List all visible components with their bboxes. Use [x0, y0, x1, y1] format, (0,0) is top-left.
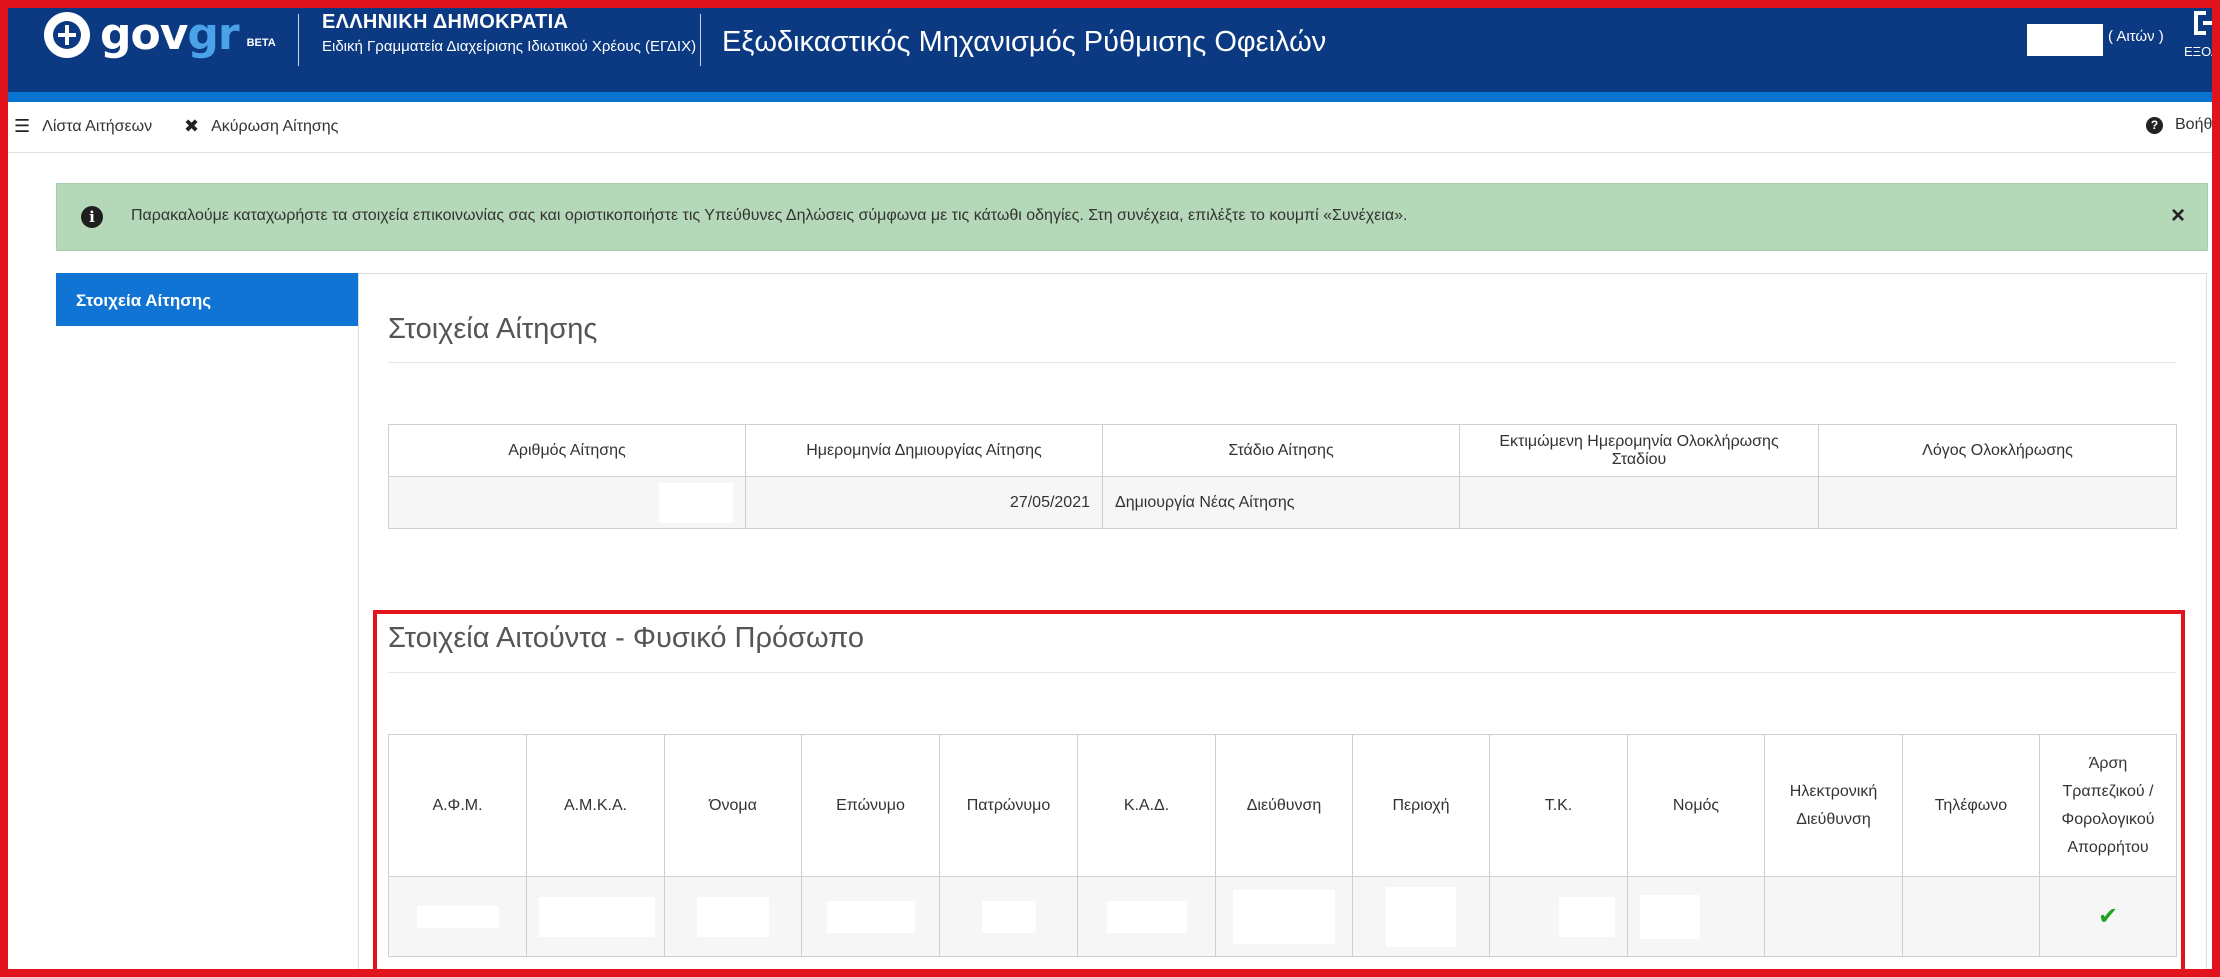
cell-address: [1215, 876, 1353, 957]
info-alert: i Παρακαλούμε καταχωρήστε τα στοιχεία επ…: [56, 183, 2208, 251]
col-completion-reason: Λόγος Ολοκλήρωσης: [1818, 424, 2177, 477]
redacted-value: [826, 900, 915, 933]
cancel-application-link[interactable]: ✖ Ακύρωση Αίτησης: [184, 116, 338, 137]
col-phone: Τηλέφωνο: [1902, 734, 2040, 877]
beta-badge: BETA: [246, 37, 276, 49]
logout-label[interactable]: ΕΞΟΔΟΣ: [2184, 44, 2220, 59]
cell-afm: [388, 876, 527, 957]
section-divider: [388, 362, 2176, 363]
toolbar: ☰ Λίστα Αιτήσεων ✖ Ακύρωση Αίτησης ? Βοή…: [0, 102, 2220, 153]
government-block: ΕΛΛΗΝΙΚΗ ΔΗΜΟΚΡΑΤΙΑ Ειδική Γραμματεία Δι…: [322, 10, 696, 58]
redacted-value: [659, 482, 733, 523]
panel-right-border: [2206, 273, 2207, 977]
greek-seal-icon: [44, 12, 90, 58]
header-divider: [298, 14, 299, 66]
redacted-value: [1106, 900, 1187, 933]
col-email: Ηλεκτρονική Διεύθυνση: [1764, 734, 1903, 877]
redacted-value: [1559, 896, 1615, 937]
help-link[interactable]: ? Βοήθεια: [2146, 116, 2220, 134]
col-postal-code: Τ.Κ.: [1489, 734, 1628, 877]
col-first-name: Όνομα: [664, 734, 802, 877]
redacted-value: [1640, 894, 1700, 939]
table-row[interactable]: ✔: [388, 876, 2177, 957]
cell-prefecture: [1627, 876, 1765, 957]
cell-application-number: [388, 476, 746, 529]
header-accent-strip: [0, 92, 2220, 102]
cell-last-name: [801, 876, 940, 957]
cell-kad: [1077, 876, 1216, 957]
col-application-number: Αριθμός Αίτησης: [388, 424, 746, 477]
applicant-section-title: Στοιχεία Αιτούντα - Φυσικό Πρόσωπο: [388, 622, 864, 654]
list-applications-link[interactable]: ☰ Λίστα Αιτήσεων: [14, 116, 152, 137]
logo-wordmark: govgr: [100, 9, 240, 60]
cell-first-name: [664, 876, 802, 957]
table-header-row: Αριθμός Αίτησης Ημερομηνία Δημιουργίας Α…: [388, 424, 2177, 477]
redacted-value: [981, 900, 1036, 933]
list-icon: ☰: [14, 116, 31, 136]
question-circle-icon: ?: [2146, 116, 2163, 134]
cell-area: [1352, 876, 1490, 957]
cell-amka: [526, 876, 665, 957]
cell-email: [1764, 876, 1903, 957]
user-role: ( Αιτών ): [2108, 28, 2164, 45]
col-kad: Κ.Α.Δ.: [1077, 734, 1216, 877]
user-name-redacted: [2027, 24, 2103, 56]
col-creation-date: Ημερομηνία Δημιουργίας Αίτησης: [745, 424, 1103, 477]
section-divider: [388, 672, 2176, 673]
applicant-table: Α.Φ.Μ. Α.Μ.Κ.Α. Όνομα Επώνυμο Πατρώνυμο …: [388, 734, 2177, 957]
redacted-value: [539, 896, 655, 937]
alert-close-button[interactable]: ×: [2171, 202, 2185, 230]
check-icon: ✔: [2097, 903, 2119, 930]
list-applications-label: Λίστα Αιτήσεων: [42, 117, 153, 135]
col-secrecy-lift: Άρση Τραπεζικού / Φορολογικού Απορρήτου: [2039, 734, 2177, 877]
cell-completion-reason: [1818, 476, 2177, 529]
panel-top-border: [358, 273, 2206, 274]
cancel-application-label: Ακύρωση Αίτησης: [211, 117, 339, 135]
redacted-value: [697, 896, 769, 937]
cell-phone: [1902, 876, 2040, 957]
cell-estimated-date: [1459, 476, 1819, 529]
secretariat-name: Ειδική Γραμματεία Διαχείρισης Ιδιωτικού …: [322, 38, 697, 55]
table-row[interactable]: 27/05/2021 Δημιουργία Νέας Αίτησης: [388, 476, 2177, 529]
government-name: ΕΛΛΗΝΙΚΗ ΔΗΜΟΚΡΑΤΙΑ: [322, 11, 569, 33]
redacted-value: [1386, 886, 1456, 947]
col-fathers-name: Πατρώνυμο: [939, 734, 1078, 877]
top-header: govgr BETA ΕΛΛΗΝΙΚΗ ΔΗΜΟΚΡΑΤΙΑ Ειδική Γρ…: [0, 0, 2220, 102]
col-estimated-date: Εκτιμώμενη Ημερομηνία Ολοκλήρωσης Σταδίο…: [1459, 424, 1819, 477]
application-section-title: Στοιχεία Αίτησης: [388, 313, 598, 345]
app-title: Εξωδικαστικός Μηχανισμός Ρύθμισης Οφειλώ…: [722, 26, 1327, 58]
cell-fathers-name: [939, 876, 1078, 957]
col-stage: Στάδιο Αίτησης: [1102, 424, 1460, 477]
sidebar-item-application-details[interactable]: Στοιχεία Αίτησης: [56, 273, 358, 326]
application-table: Αριθμός Αίτησης Ημερομηνία Δημιουργίας Α…: [388, 424, 2177, 529]
cell-creation-date: 27/05/2021: [745, 476, 1103, 529]
col-last-name: Επώνυμο: [801, 734, 940, 877]
redacted-value: [1233, 889, 1335, 944]
col-prefecture: Νομός: [1627, 734, 1765, 877]
cell-secrecy-lift: ✔: [2039, 876, 2177, 957]
cell-stage: Δημιουργία Νέας Αίτησης: [1102, 476, 1460, 529]
info-circle-icon: i: [81, 206, 103, 228]
table-header-row: Α.Φ.Μ. Α.Μ.Κ.Α. Όνομα Επώνυμο Πατρώνυμο …: [388, 734, 2177, 877]
logo-gov: gov: [100, 9, 188, 60]
logo-gr: gr: [187, 9, 239, 60]
help-label: Βοήθεια: [2175, 116, 2220, 133]
cell-postal-code: [1489, 876, 1628, 957]
govgr-logo[interactable]: govgr BETA: [44, 12, 276, 58]
alert-message: Παρακαλούμε καταχωρήστε τα στοιχεία επικ…: [131, 207, 1408, 224]
panel-left-border: [358, 273, 359, 977]
redacted-value: [416, 905, 499, 928]
logout-icon[interactable]: [2190, 8, 2220, 38]
col-area: Περιοχή: [1352, 734, 1490, 877]
header-divider: [700, 14, 701, 66]
col-address: Διεύθυνση: [1215, 734, 1353, 877]
close-x-icon: ✖: [184, 116, 200, 136]
col-amka: Α.Μ.Κ.Α.: [526, 734, 665, 877]
col-afm: Α.Φ.Μ.: [388, 734, 527, 877]
